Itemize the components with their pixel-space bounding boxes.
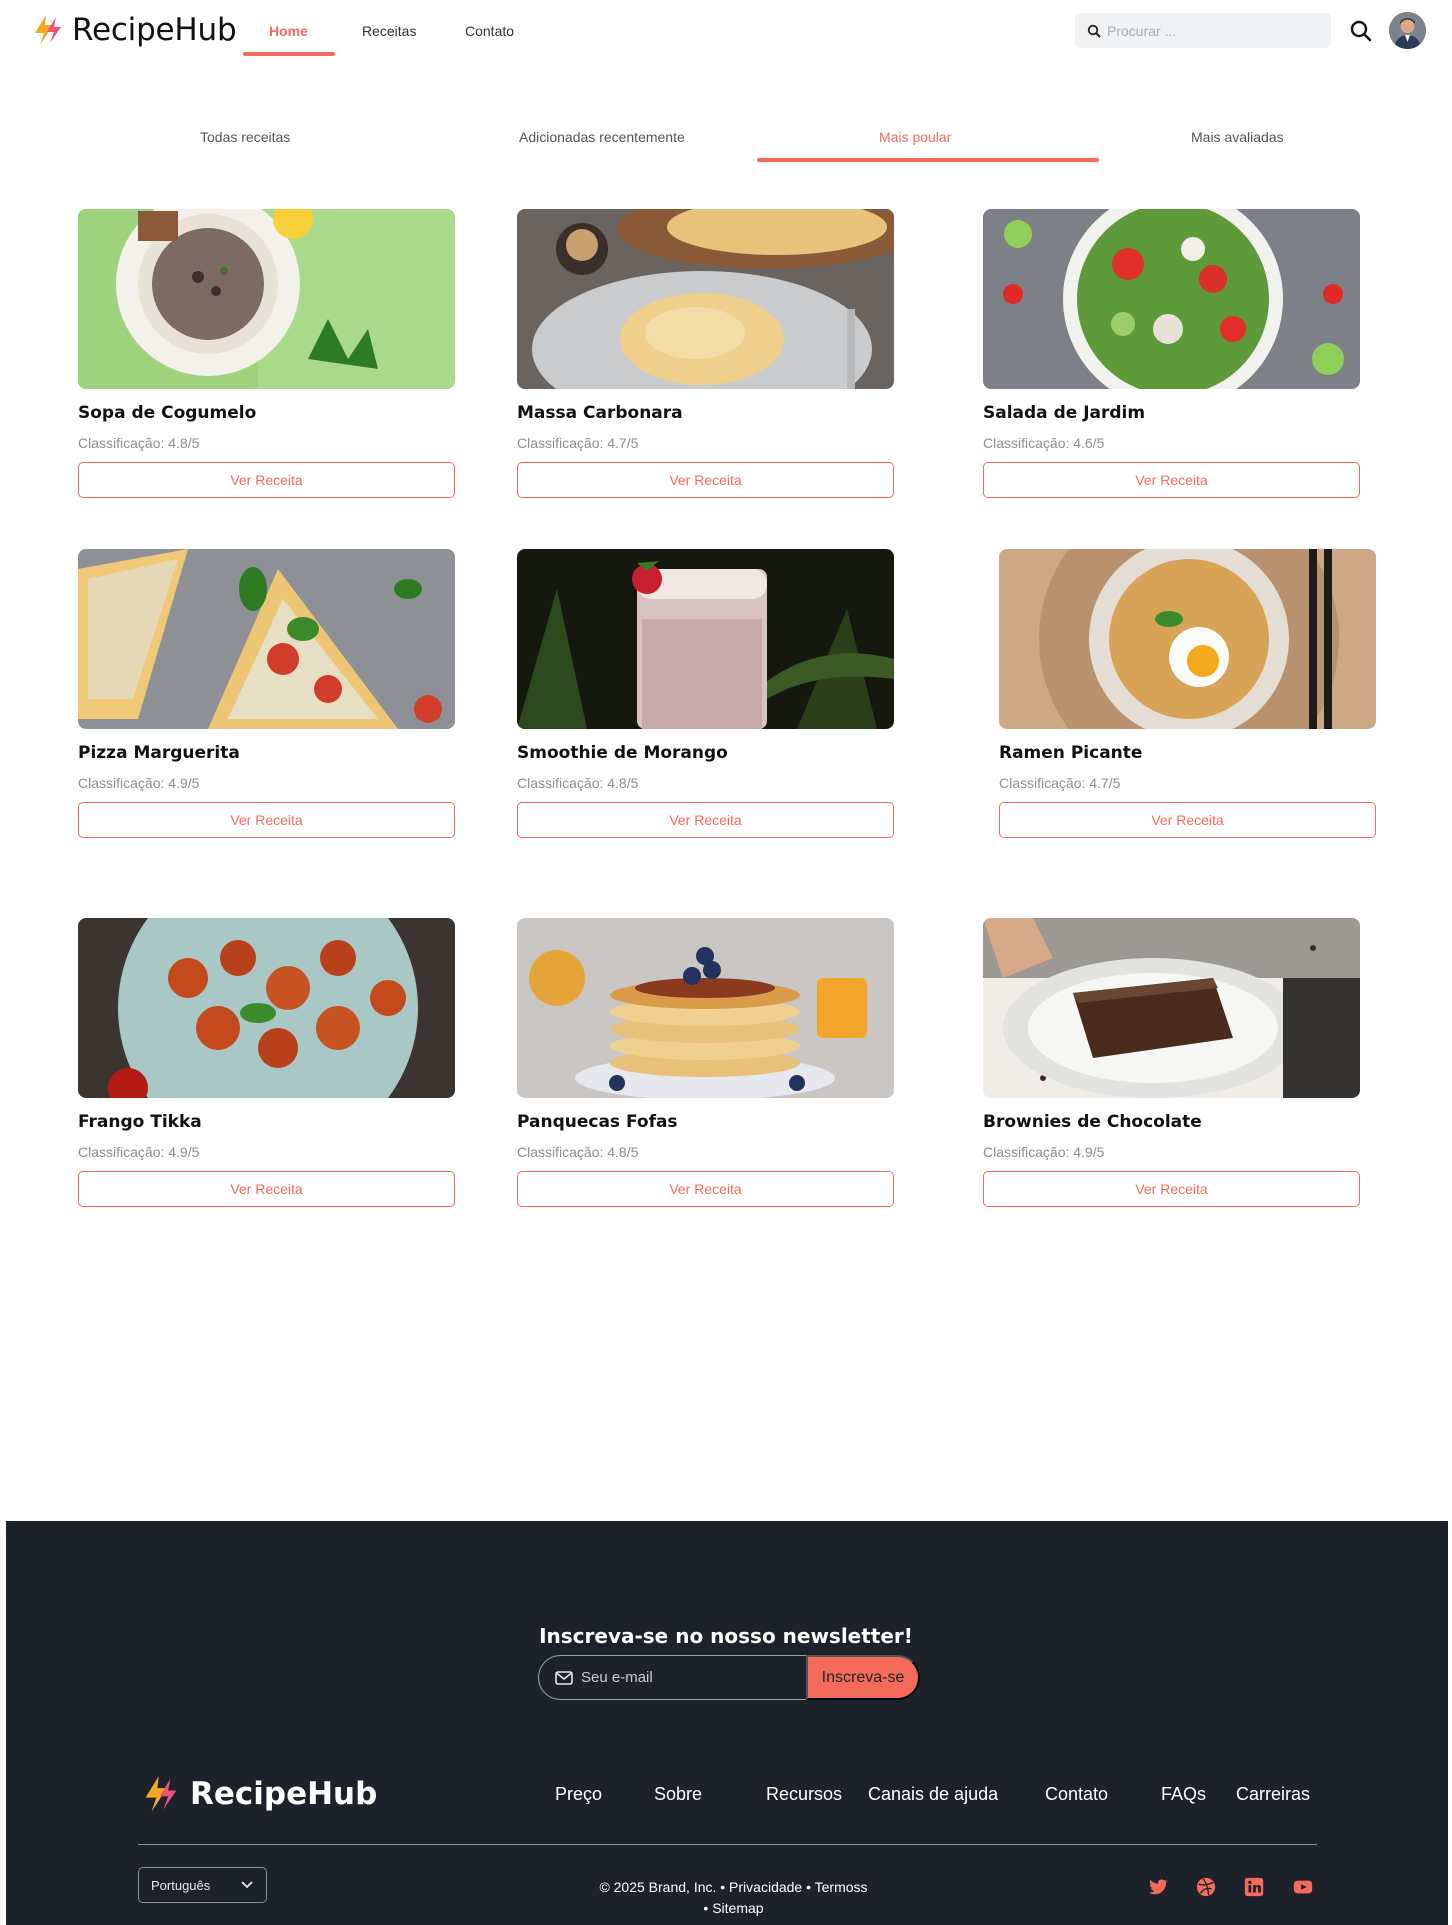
search-icon bbox=[1087, 24, 1101, 38]
recipe-rating: Classificação: 4.7/5 bbox=[999, 775, 1121, 791]
recipe-rating: Classificação: 4.8/5 bbox=[78, 435, 200, 451]
twitter-icon[interactable] bbox=[1147, 1876, 1169, 1898]
recipe-image-carbonara[interactable] bbox=[517, 209, 894, 389]
nav-link-contato[interactable]: Contato bbox=[465, 23, 514, 39]
footer-link-preco[interactable]: Preço bbox=[555, 1784, 602, 1805]
tab-mais-popular[interactable]: Mais poular bbox=[879, 129, 951, 145]
footer-link-faqs[interactable]: FAQs bbox=[1161, 1784, 1206, 1805]
recipe-title: Ramen Picante bbox=[999, 743, 1143, 763]
recipe-image-chocolate-brownies[interactable] bbox=[983, 918, 1360, 1098]
recipe-rating: Classificação: 4.9/5 bbox=[78, 775, 200, 791]
view-recipe-button[interactable]: Ver Receita bbox=[78, 1171, 455, 1207]
recipe-title: Brownies de Chocolate bbox=[983, 1112, 1202, 1132]
recipe-rating: Classificação: 4.8/5 bbox=[517, 775, 639, 791]
recipe-image-pizza-margherita[interactable] bbox=[78, 549, 455, 729]
view-recipe-button[interactable]: Ver Receita bbox=[517, 1171, 894, 1207]
top-navbar: RecipeHub Home Receitas Contato bbox=[0, 0, 1452, 62]
view-recipe-button[interactable]: Ver Receita bbox=[78, 802, 455, 838]
subscribe-button[interactable]: Inscreva-se bbox=[806, 1655, 920, 1700]
recipe-card: Brownies de Chocolate Classificação: 4.9… bbox=[983, 918, 1360, 1207]
nav-link-home[interactable]: Home bbox=[269, 23, 308, 39]
recipe-image-spicy-ramen[interactable] bbox=[999, 549, 1376, 729]
recipe-image-strawberry-smoothie[interactable] bbox=[517, 549, 894, 729]
footer-brand-logo[interactable]: RecipeHub bbox=[142, 1773, 377, 1815]
linkedin-icon[interactable] bbox=[1243, 1876, 1265, 1898]
recipe-rating: Classificação: 4.9/5 bbox=[78, 1144, 200, 1160]
chevron-down-icon bbox=[241, 1881, 253, 1889]
copyright-line: © 2025 Brand, Inc. • Privacidade • Termo… bbox=[599, 1879, 868, 1895]
sitemap-line: • Sitemap bbox=[703, 1900, 764, 1916]
newsletter-email-field[interactable]: Seu e-mail bbox=[538, 1655, 806, 1700]
footer-link-contato[interactable]: Contato bbox=[1045, 1784, 1108, 1805]
recipe-image-garden-salad[interactable] bbox=[983, 209, 1360, 389]
tab-todas-receitas[interactable]: Todas receitas bbox=[200, 129, 290, 145]
recipe-title: Pizza Marguerita bbox=[78, 743, 240, 763]
language-value: Português bbox=[151, 1877, 211, 1893]
newsletter-form: Seu e-mail Inscreva-se bbox=[538, 1655, 922, 1700]
recipe-rating: Classificação: 4.8/5 bbox=[517, 1144, 639, 1160]
recipe-card: Sopa de Cogumelo Classificação: 4.8/5 Ve… bbox=[78, 209, 455, 498]
user-avatar[interactable] bbox=[1389, 12, 1426, 49]
recipe-rating: Classificação: 4.9/5 bbox=[983, 1144, 1105, 1160]
tab-mais-avaliadas[interactable]: Mais avaliadas bbox=[1191, 129, 1284, 145]
footer-link-carreiras[interactable]: Carreiras bbox=[1236, 1784, 1310, 1805]
footer-divider bbox=[138, 1844, 1317, 1845]
language-select[interactable]: Português bbox=[138, 1867, 267, 1903]
copyright: © 2025 Brand, Inc. • Privacidade • Termo… bbox=[576, 1877, 891, 1919]
active-tab-indicator bbox=[757, 158, 1099, 162]
site-footer: Inscreva-se no nosso newsletter! Seu e-m… bbox=[6, 1521, 1448, 1925]
tab-adicionadas-recentemente[interactable]: Adicionadas recentemente bbox=[519, 129, 685, 145]
view-recipe-button[interactable]: Ver Receita bbox=[983, 1171, 1360, 1207]
search-button-icon[interactable] bbox=[1349, 19, 1373, 43]
recipe-title: Massa Carbonara bbox=[517, 403, 683, 423]
recipe-card: Smoothie de Morango Classificação: 4.8/5… bbox=[517, 549, 894, 838]
lightning-logo-icon bbox=[35, 15, 61, 45]
youtube-icon[interactable] bbox=[1292, 1876, 1314, 1898]
brand-name: RecipeHub bbox=[72, 12, 237, 48]
mail-icon bbox=[555, 1670, 573, 1685]
recipe-title: Salada de Jardim bbox=[983, 403, 1146, 423]
active-nav-indicator bbox=[243, 52, 335, 56]
nav-link-receitas[interactable]: Receitas bbox=[362, 23, 416, 39]
recipe-title: Sopa de Cogumelo bbox=[78, 403, 257, 423]
recipe-card: Panquecas Fofas Classificação: 4.8/5 Ver… bbox=[517, 918, 894, 1207]
footer-link-sobre[interactable]: Sobre bbox=[654, 1784, 702, 1805]
recipe-title: Frango Tikka bbox=[78, 1112, 202, 1132]
view-recipe-button[interactable]: Ver Receita bbox=[999, 802, 1376, 838]
footer-brand-name: RecipeHub bbox=[190, 1776, 378, 1812]
recipe-title: Smoothie de Morango bbox=[517, 743, 728, 763]
recipe-card: Salada de Jardim Classificação: 4.6/5 Ve… bbox=[983, 209, 1360, 498]
newsletter-title: Inscreva-se no nosso newsletter! bbox=[539, 1624, 913, 1648]
recipe-rating: Classificação: 4.7/5 bbox=[517, 435, 639, 451]
view-recipe-button[interactable]: Ver Receita bbox=[517, 802, 894, 838]
recipe-card: Pizza Marguerita Classificação: 4.9/5 Ve… bbox=[78, 549, 455, 838]
lightning-logo-icon bbox=[145, 1776, 177, 1812]
view-recipe-button[interactable]: Ver Receita bbox=[517, 462, 894, 498]
recipe-title: Panquecas Fofas bbox=[517, 1112, 678, 1132]
search-box bbox=[1075, 13, 1331, 48]
email-placeholder: Seu e-mail bbox=[581, 1669, 653, 1686]
recipe-image-chicken-tikka[interactable] bbox=[78, 918, 455, 1098]
recipe-image-fluffy-pancakes[interactable] bbox=[517, 918, 894, 1098]
recipe-card: Massa Carbonara Classificação: 4.7/5 Ver… bbox=[517, 209, 894, 498]
view-recipe-button[interactable]: Ver Receita bbox=[983, 462, 1360, 498]
recipe-image-mushroom-soup[interactable] bbox=[78, 209, 455, 389]
recipe-card: Frango Tikka Classificação: 4.9/5 Ver Re… bbox=[78, 918, 455, 1207]
footer-link-recursos[interactable]: Recursos bbox=[766, 1784, 842, 1805]
recipe-rating: Classificação: 4.6/5 bbox=[983, 435, 1105, 451]
brand-logo[interactable]: RecipeHub bbox=[32, 12, 237, 48]
search-input[interactable] bbox=[1107, 22, 1307, 39]
dribbble-icon[interactable] bbox=[1195, 1876, 1217, 1898]
footer-link-canais-de-ajuda[interactable]: Canais de ajuda bbox=[868, 1784, 998, 1805]
recipe-card: Ramen Picante Classificação: 4.7/5 Ver R… bbox=[999, 549, 1376, 838]
view-recipe-button[interactable]: Ver Receita bbox=[78, 462, 455, 498]
